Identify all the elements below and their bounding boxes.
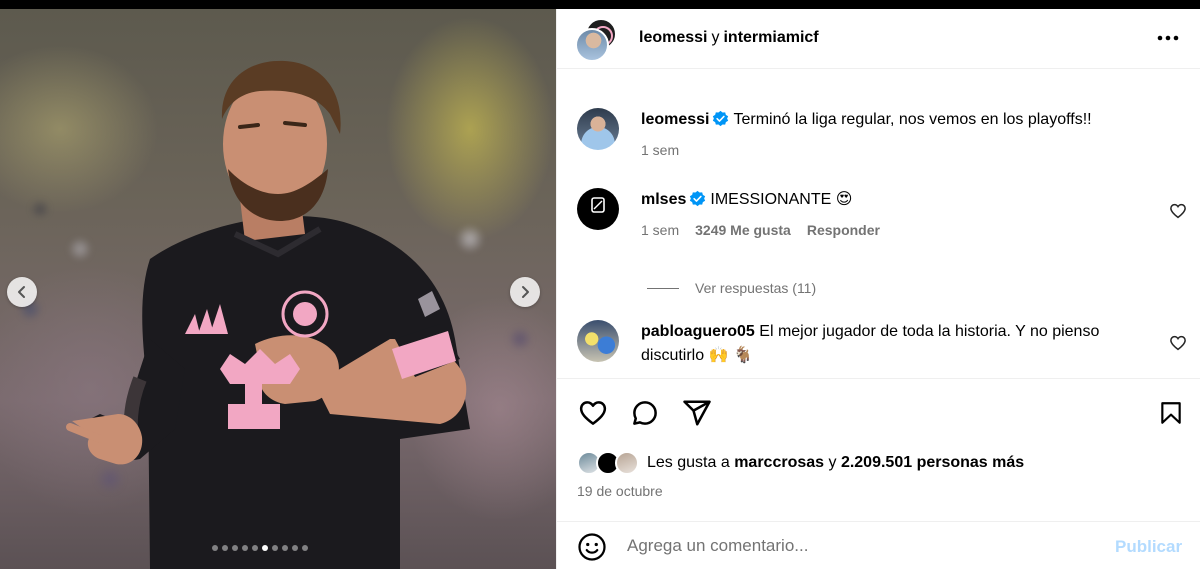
carousel-dot — [212, 545, 218, 551]
caption-age[interactable]: 1 sem — [641, 142, 679, 158]
like-button[interactable] — [577, 397, 609, 429]
comment-like-icon[interactable] — [1169, 202, 1187, 220]
heart-icon — [579, 401, 607, 425]
comment-age[interactable]: 1 sem — [641, 222, 679, 238]
comment-like-icon[interactable] — [1169, 334, 1187, 352]
comment-body: IMESSIONANTE 😍 — [710, 191, 853, 208]
carousel-prev-button[interactable] — [7, 277, 37, 307]
avatar-pabloaguero05[interactable] — [577, 320, 619, 362]
post-side-panel: leomessi y intermiamicf leomessi Terminó la… — [556, 9, 1200, 569]
comment-text: mlses IMESSIONANTE 😍 — [641, 188, 1161, 212]
likes-connector: y — [828, 454, 837, 471]
comment-username[interactable]: mlses — [641, 191, 686, 208]
caption-meta: 1 sem — [641, 142, 679, 158]
paper-plane-icon — [683, 400, 711, 426]
top-strip — [0, 0, 1200, 9]
collab-avatars[interactable] — [575, 18, 619, 62]
likes-prefix: Les gusta a — [647, 454, 730, 471]
post-media[interactable] — [0, 9, 556, 569]
emoji-icon[interactable] — [577, 532, 607, 562]
reply-button[interactable]: Responder — [807, 222, 880, 238]
avatar-mlses[interactable] — [577, 188, 619, 230]
add-comment-bar: Publicar — [557, 521, 1200, 569]
carousel-dot — [252, 545, 258, 551]
publish-button[interactable]: Publicar — [1115, 537, 1182, 557]
carousel-next-button[interactable] — [510, 277, 540, 307]
chevron-left-icon — [18, 286, 25, 298]
caption-username[interactable]: leomessi — [641, 111, 709, 128]
action-bar — [577, 397, 713, 429]
caption-body: Terminó la liga regular, nos vemos en lo… — [733, 111, 1092, 128]
carousel-dot — [272, 545, 278, 551]
comment-username[interactable]: pabloaguero05 — [641, 323, 755, 340]
likes-count-link[interactable]: 2.209.501 personas más — [841, 454, 1024, 472]
bookmark-icon — [1161, 402, 1181, 424]
collaborator-username[interactable]: intermiamicf — [723, 29, 818, 46]
post-header-title: leomessi y intermiamicf — [639, 29, 819, 47]
view-replies-button[interactable]: Ver respuestas (11) — [647, 280, 816, 296]
carousel-indicator — [212, 545, 308, 551]
liked-by-username[interactable]: marccrosas — [734, 454, 824, 472]
author-username[interactable]: leomessi — [639, 29, 707, 46]
comment-button[interactable] — [629, 397, 661, 429]
carousel-dot — [232, 545, 238, 551]
save-button[interactable] — [1155, 397, 1187, 429]
likes-summary: Les gusta a marccrosas y 2.209.501 perso… — [577, 451, 1024, 475]
carousel-dot — [292, 545, 298, 551]
carousel-dot — [222, 545, 228, 551]
player-photo — [66, 60, 470, 569]
carousel-dot — [282, 545, 288, 551]
more-options-button[interactable] — [1153, 26, 1183, 50]
comment-like-count[interactable]: 3249 Me gusta — [695, 222, 791, 238]
carousel-dot — [242, 545, 248, 551]
avatar — [615, 451, 639, 475]
view-replies-label[interactable]: Ver respuestas (11) — [695, 280, 816, 296]
verified-badge-icon — [690, 190, 706, 207]
post-date[interactable]: 19 de octubre — [577, 483, 663, 499]
comment-meta: 1 sem 3249 Me gusta Responder — [641, 222, 880, 238]
speech-bubble-icon — [633, 401, 657, 425]
carousel-dot-active — [262, 545, 268, 551]
avatar-leomessi[interactable] — [577, 108, 619, 150]
caption-text: leomessi Terminó la liga regular, nos vem… — [641, 108, 1161, 132]
post-header: leomessi y intermiamicf — [557, 9, 1200, 69]
liked-by-avatars[interactable] — [577, 451, 643, 475]
comment-input[interactable] — [627, 530, 1097, 562]
post-actions: Les gusta a marccrosas y 2.209.501 perso… — [557, 378, 1200, 568]
verified-badge-icon — [713, 110, 729, 127]
avatar-leomessi[interactable] — [575, 28, 609, 62]
header-connector: y — [711, 29, 720, 46]
comments-list: leomessi Terminó la liga regular, nos vem… — [557, 70, 1200, 378]
carousel-dot — [302, 545, 308, 551]
comment-text: pabloaguero05 El mejor jugador de toda l… — [641, 320, 1161, 368]
share-button[interactable] — [681, 397, 713, 429]
replies-divider — [647, 287, 679, 289]
chevron-right-icon — [522, 286, 529, 298]
more-horizontal-icon — [1157, 35, 1179, 41]
